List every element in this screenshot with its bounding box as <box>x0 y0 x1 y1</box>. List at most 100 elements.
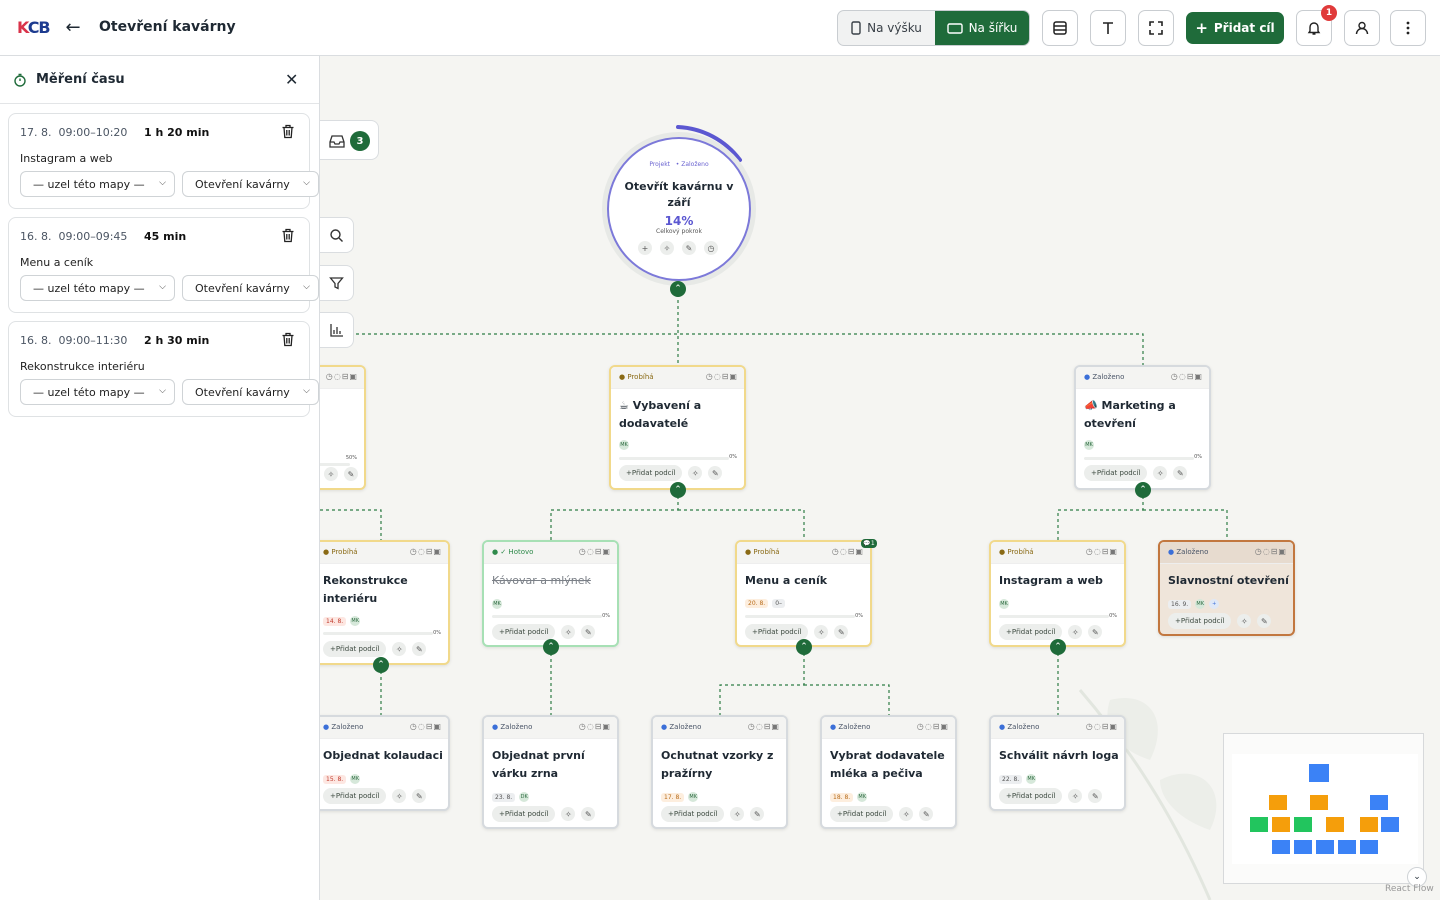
add-subgoal-button[interactable]: + Přidat podcíl <box>830 806 894 822</box>
add-child-icon[interactable]: + <box>638 241 652 255</box>
goal-card-mleko[interactable]: ● Založeno ◷◌⊟▣ Vybrat dodavatele mléka a… <box>820 715 957 829</box>
search-button[interactable] <box>320 217 354 253</box>
filter-button[interactable] <box>320 265 354 301</box>
trash-icon[interactable] <box>281 332 295 347</box>
ai-magic-icon[interactable]: ✧ <box>392 642 407 656</box>
card-action-icons[interactable]: ◷◌⊟▣ <box>579 547 611 556</box>
collapse-toggle[interactable]: ⌃ <box>796 639 812 655</box>
back-arrow-icon[interactable]: ← <box>63 17 83 39</box>
text-button[interactable] <box>1090 10 1126 46</box>
add-subgoal-button[interactable]: + Přidat podcíl <box>619 465 683 481</box>
edit-icon[interactable]: ✎ <box>1088 789 1103 803</box>
card-action-icons[interactable]: ◷◌⊟▣ <box>1255 547 1287 556</box>
goal-card-rekonstrukce[interactable]: ● Probíhá ◷◌⊟▣ Rekonstrukce interiéru 14.… <box>313 540 450 665</box>
inbox-button[interactable]: 3 <box>320 120 379 160</box>
root-goal-node[interactable]: Projekt • Založeno Otevřít kavárnu v zář… <box>607 137 751 281</box>
add-subgoal-button[interactable]: + Přidat podcíl <box>492 624 556 640</box>
ai-magic-icon[interactable]: ✧ <box>1068 789 1083 803</box>
card-action-icons[interactable]: ◷◌⊟▣ <box>579 722 611 731</box>
goal-card-slavnostni[interactable]: ● Založeno ◷◌⊟▣ Slavnostní otevření 16. 9… <box>1158 540 1295 636</box>
collapse-toggle[interactable]: ⌃ <box>543 639 559 655</box>
ai-magic-icon[interactable]: ✧ <box>1153 466 1168 480</box>
card-action-icons[interactable]: ◷◌⊟▣ <box>1086 547 1118 556</box>
ai-magic-icon[interactable]: ✧ <box>561 807 576 821</box>
collapse-toggle[interactable]: ⌃ <box>373 657 389 673</box>
edit-icon[interactable]: ✎ <box>1173 466 1188 480</box>
goal-card-kavovar[interactable]: ● ✓ Hotovo ◷◌⊟▣ Kávovar a mlýnek MK 0% + … <box>482 540 619 647</box>
react-flow-attribution[interactable]: React Flow <box>1385 884 1434 894</box>
trash-icon[interactable] <box>281 228 295 243</box>
add-subgoal-button[interactable]: + Přidat podcíl <box>661 806 725 822</box>
minimap[interactable] <box>1223 733 1424 884</box>
add-subgoal-button[interactable]: + Přidat podcíl <box>1168 613 1232 629</box>
card-action-icons[interactable]: ◷◌⊟▣ <box>410 547 442 556</box>
layout-button[interactable] <box>1042 10 1078 46</box>
profile-button[interactable] <box>1344 10 1380 46</box>
goal-card-vzorky[interactable]: ● Založeno ◷◌⊟▣ Ochutnat vzorky z pražírn… <box>651 715 788 829</box>
goal-card-vybaveni[interactable]: ● Probíhá ◷◌⊟▣ ☕ Vybavení a dodavatelé MK… <box>609 365 746 490</box>
card-action-icons[interactable]: ◷◌⊟▣ <box>410 722 442 731</box>
more-menu-button[interactable] <box>1390 10 1426 46</box>
edit-icon[interactable]: ✎ <box>919 807 934 821</box>
edit-icon[interactable]: ✎ <box>344 467 358 481</box>
landscape-button[interactable]: Na šířku <box>934 11 1029 45</box>
portrait-button[interactable]: Na výšku <box>838 11 935 45</box>
card-action-icons[interactable]: ◷◌⊟▣ <box>706 372 738 381</box>
node-select[interactable]: — uzel této mapy — ⌵ <box>20 275 175 301</box>
goal-card-marketing[interactable]: ● Založeno ◷◌⊟▣ 📣 Marketing a otevření MK… <box>1074 365 1211 490</box>
edit-icon[interactable]: ✎ <box>682 241 696 255</box>
edit-icon[interactable]: ✎ <box>750 807 765 821</box>
collapse-toggle[interactable]: ⌃ <box>1135 482 1151 498</box>
node-select[interactable]: — uzel této mapy — ⌵ <box>20 379 175 405</box>
card-action-icons[interactable]: ◷◌⊟▣ <box>1171 372 1203 381</box>
ai-magic-icon[interactable]: ✧ <box>324 467 338 481</box>
edit-icon[interactable]: ✎ <box>1088 625 1103 639</box>
add-subgoal-button[interactable]: + Přidat podcíl <box>323 641 387 657</box>
close-icon[interactable]: ✕ <box>285 70 298 89</box>
map-select[interactable]: Otevření kavárny ⌵ <box>182 275 319 301</box>
ai-magic-icon[interactable]: ✧ <box>688 466 703 480</box>
add-subgoal-button[interactable]: + Přidat podcíl <box>999 788 1063 804</box>
edit-icon[interactable]: ✎ <box>708 466 723 480</box>
goal-card-zrno[interactable]: ● Založeno ◷◌⊟▣ Objednat první várku zrna… <box>482 715 619 829</box>
ai-magic-icon[interactable]: ✧ <box>730 807 745 821</box>
ai-magic-icon[interactable]: ✧ <box>392 789 407 803</box>
edit-icon[interactable]: ✎ <box>412 789 427 803</box>
trash-icon[interactable] <box>281 124 295 139</box>
ai-magic-icon[interactable]: ✧ <box>1068 625 1083 639</box>
edit-icon[interactable]: ✎ <box>1257 614 1272 628</box>
goal-card-menu[interactable]: ● Probíhá ◷◌⊟▣ Menu a ceník 20. 8. 0– 0% +… <box>735 540 872 647</box>
edit-icon[interactable]: ✎ <box>581 807 596 821</box>
comment-badge[interactable]: 💬 1 <box>861 539 877 548</box>
fullscreen-button[interactable] <box>1138 10 1174 46</box>
map-select[interactable]: Otevření kavárny ⌵ <box>182 379 319 405</box>
card-action-icons[interactable]: ◷◌⊟▣ <box>832 547 864 556</box>
ai-magic-icon[interactable]: ✧ <box>1237 614 1252 628</box>
map-select[interactable]: Otevření kavárny ⌵ <box>182 171 319 197</box>
card-action-icons[interactable]: ◷◌⊟▣ <box>1086 722 1118 731</box>
add-subgoal-button[interactable]: + Přidat podcíl <box>745 624 809 640</box>
add-subgoal-button[interactable]: + Přidat podcíl <box>999 624 1063 640</box>
ai-magic-icon[interactable]: ✧ <box>561 625 576 639</box>
collapse-toggle[interactable]: ⌃ <box>1050 639 1066 655</box>
goal-card-kolaudace[interactable]: ● Založeno ◷◌⊟▣ Objednat kolaudaci 15. 8.… <box>313 715 450 811</box>
add-subgoal-button[interactable]: + Přidat podcíl <box>323 788 387 804</box>
timer-icon[interactable]: ◷ <box>704 241 718 255</box>
ai-magic-icon[interactable]: ✧ <box>899 807 914 821</box>
app-logo[interactable]: KCB <box>17 18 51 37</box>
goal-card-instagram[interactable]: ● Probíhá ◷◌⊟▣ Instagram a web MK 0% + Př… <box>989 540 1126 647</box>
stats-button[interactable] <box>320 312 354 348</box>
collapse-toggle[interactable]: ⌃ <box>670 482 686 498</box>
add-subgoal-button[interactable]: + Přidat podcíl <box>492 806 556 822</box>
ai-magic-icon[interactable]: ✧ <box>814 625 829 639</box>
add-goal-button[interactable]: + Přidat cíl <box>1186 12 1284 44</box>
edit-icon[interactable]: ✎ <box>412 642 427 656</box>
node-select[interactable]: — uzel této mapy — ⌵ <box>20 171 175 197</box>
edit-icon[interactable]: ✎ <box>834 625 849 639</box>
card-action-icons[interactable]: ◷◌⊟▣ <box>748 722 780 731</box>
ai-magic-icon[interactable]: ✧ <box>660 241 674 255</box>
goal-card-logo[interactable]: ● Založeno ◷◌⊟▣ Schválit návrh loga 22. 8… <box>989 715 1126 811</box>
collapse-toggle[interactable]: ⌃ <box>670 281 686 297</box>
card-action-icons[interactable]: ◷◌⊟▣ <box>917 722 949 731</box>
card-action-icons[interactable]: ◷◌⊟▣ <box>326 372 358 381</box>
